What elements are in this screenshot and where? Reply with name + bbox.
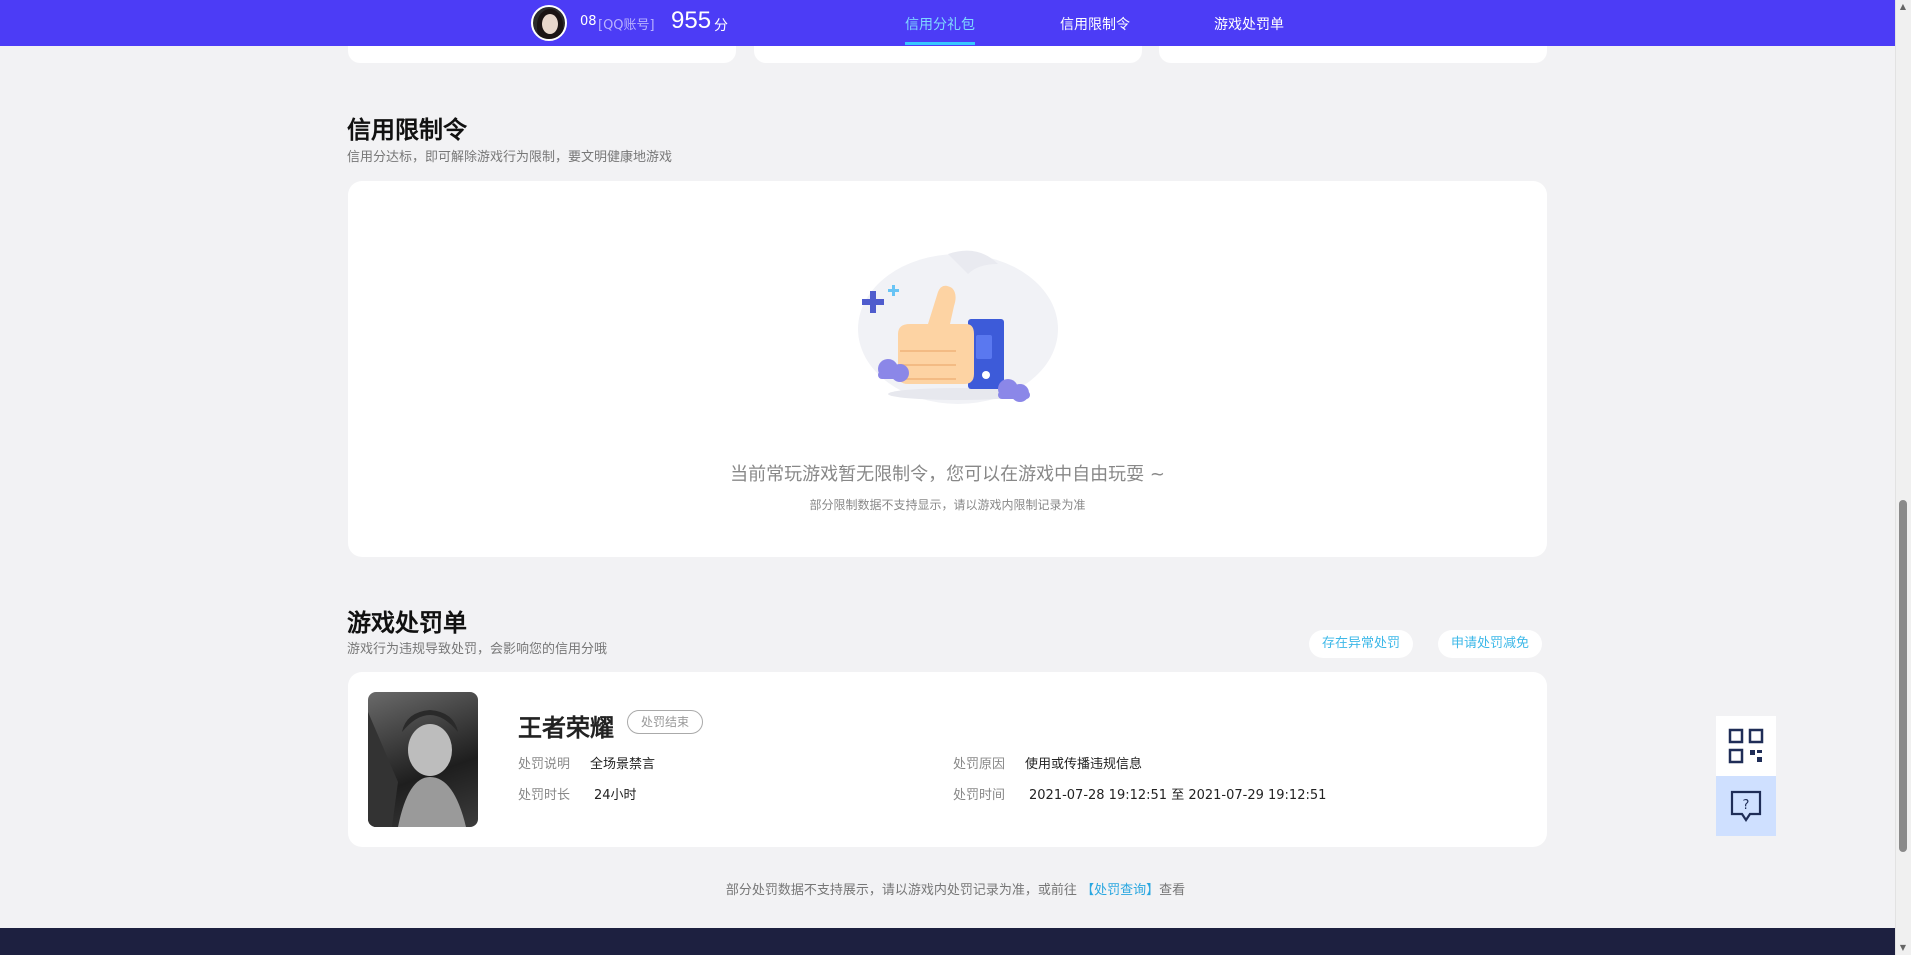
scroll-thumb[interactable] xyxy=(1899,500,1907,852)
footer-note-prefix: 部分处罚数据不支持展示，请以游戏内处罚记录为准，或前往 xyxy=(725,883,1077,898)
qrcode-button[interactable] xyxy=(1716,716,1776,776)
tab-credit-gift[interactable]: 信用分礼包 xyxy=(905,14,975,34)
game-name: 王者荣耀 xyxy=(518,714,614,742)
penalty-time-value: 2021-07-28 19:12:51 至 2021-07-29 19:12:5… xyxy=(1029,788,1327,803)
scroll-up-arrow[interactable]: ▲ xyxy=(1899,3,1907,11)
feedback-icon: ? xyxy=(1730,790,1762,822)
penalty-duration-value: 24小时 xyxy=(594,788,637,803)
restriction-subtitle: 信用分达标，即可解除游戏行为限制，要文明健康地游戏 xyxy=(347,150,673,165)
scroll-down-arrow[interactable]: ▼ xyxy=(1899,944,1907,952)
empty-message: 当前常玩游戏暂无限制令，您可以在游戏中自由玩耍 ~ xyxy=(730,464,1165,485)
feedback-button[interactable]: ? xyxy=(1716,776,1776,836)
tab-credit-restriction[interactable]: 信用限制令 xyxy=(1060,14,1130,34)
svg-text:?: ? xyxy=(1743,798,1750,813)
avatar[interactable] xyxy=(531,5,567,41)
restriction-title: 信用限制令 xyxy=(347,116,467,144)
apply-reduction-button[interactable]: 申请处罚减免 xyxy=(1438,630,1543,658)
empty-note: 部分限制数据不支持显示，请以游戏内限制记录为准 xyxy=(809,498,1086,512)
penalty-title: 游戏处罚单 xyxy=(347,609,467,637)
active-tab-indicator xyxy=(905,42,975,45)
score-unit: 分 xyxy=(714,18,728,34)
penalty-reason-value: 使用或传播违规信息 xyxy=(1025,757,1143,772)
penalty-time-label: 处罚时间 xyxy=(953,788,1006,803)
penalty-reason-label: 处罚原因 xyxy=(953,757,1006,772)
restriction-card: 当前常玩游戏暂无限制令，您可以在游戏中自由玩耍 ~ 部分限制数据不支持显示，请以… xyxy=(348,181,1547,557)
credit-score: 955 xyxy=(671,7,712,34)
top-bar: 08 [QQ账号] 955 分 信用分礼包 信用限制令 游戏处罚单 xyxy=(0,0,1895,46)
tab-game-penalty[interactable]: 游戏处罚单 xyxy=(1214,14,1284,34)
penalty-duration-label: 处罚时长 xyxy=(518,788,571,803)
penalty-footer-note: 部分处罚数据不支持展示，请以游戏内处罚记录为准，或前往 【处罚查询】查看 xyxy=(0,879,1911,898)
user-name: 08 xyxy=(580,14,597,29)
qrcode-icon xyxy=(1728,728,1764,764)
penalty-query-link[interactable]: 【处罚查询】 xyxy=(1081,883,1159,898)
thumbs-up-illustration xyxy=(858,250,1058,404)
penalty-desc-label: 处罚说明 xyxy=(518,757,571,772)
penalty-desc-value: 全场景禁言 xyxy=(590,757,656,772)
account-type: [QQ账号] xyxy=(598,18,655,33)
game-cover-image xyxy=(368,692,478,827)
footer-note-suffix: 查看 xyxy=(1159,883,1186,898)
page-footer xyxy=(0,928,1895,955)
penalty-subtitle: 游戏行为违规导致处罚，会影响您的信用分哦 xyxy=(347,642,608,657)
penalty-card: 王者荣耀 处罚结束 处罚说明 全场景禁言 处罚原因 使用或传播违规信息 处罚时长… xyxy=(348,672,1547,847)
abnormal-penalty-button[interactable]: 存在异常处罚 xyxy=(1309,630,1414,658)
status-badge: 处罚结束 xyxy=(627,710,704,734)
